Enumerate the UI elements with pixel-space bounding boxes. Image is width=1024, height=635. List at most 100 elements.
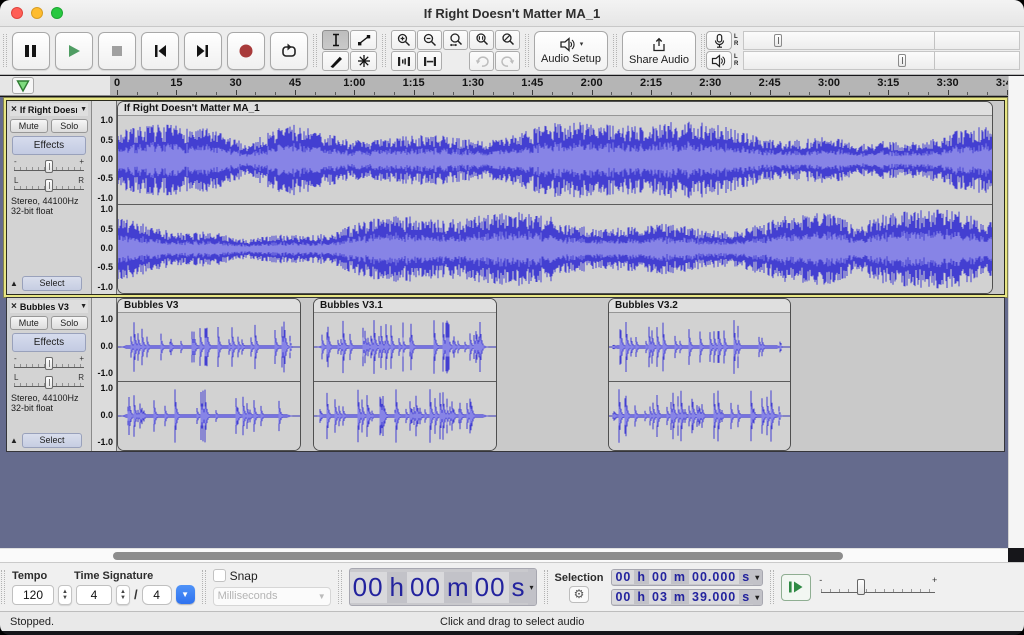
clip-title[interactable]: Bubbles V3 bbox=[118, 299, 300, 313]
snap-format-select[interactable]: Milliseconds ▼ bbox=[213, 587, 331, 606]
snap-checkbox[interactable] bbox=[213, 569, 226, 582]
time-format-caret-icon[interactable]: ▾ bbox=[753, 590, 762, 605]
draw-tool-button[interactable] bbox=[322, 51, 349, 71]
waveform-channel[interactable] bbox=[118, 382, 300, 450]
play-at-speed-button[interactable] bbox=[781, 574, 811, 601]
mute-button[interactable]: Mute bbox=[10, 316, 48, 330]
waveform-channel[interactable] bbox=[314, 313, 496, 382]
track-name[interactable]: Bubbles V3 bbox=[20, 302, 77, 312]
clip-title[interactable]: Bubbles V3.1 bbox=[314, 299, 496, 313]
tempo-stepper[interactable]: ▲▼ bbox=[58, 585, 72, 605]
recording-level-meter[interactable] bbox=[743, 31, 1020, 50]
share-audio-button[interactable]: Share Audio bbox=[622, 31, 696, 71]
time-digits[interactable]: 03 bbox=[649, 590, 671, 604]
track-menu-caret-icon[interactable]: ▼ bbox=[80, 106, 87, 113]
playback-volume-slider[interactable] bbox=[898, 54, 906, 67]
time-digits[interactable]: 00 bbox=[472, 572, 509, 603]
time-digits[interactable]: 00 bbox=[407, 572, 444, 603]
multi-tool-button[interactable] bbox=[350, 51, 377, 71]
solo-button[interactable]: Solo bbox=[51, 119, 89, 133]
waveform-channel[interactable] bbox=[118, 205, 992, 293]
selection-tool-button[interactable] bbox=[322, 30, 349, 50]
zoom-in-button[interactable] bbox=[391, 30, 416, 50]
stop-button[interactable] bbox=[98, 32, 136, 70]
waveform-channel[interactable] bbox=[609, 382, 790, 450]
time-digits[interactable]: 00 bbox=[612, 570, 634, 584]
select-track-button[interactable]: Select bbox=[22, 276, 82, 291]
time-digits[interactable]: 39.000 bbox=[689, 590, 739, 604]
timesig-lower-select[interactable]: 4 bbox=[142, 585, 172, 605]
gain-slider[interactable]: - + bbox=[13, 355, 85, 371]
effects-button[interactable]: Effects bbox=[12, 136, 86, 155]
collapse-track-button[interactable]: ▲ bbox=[10, 279, 18, 288]
audio-clip[interactable]: Bubbles V3.1 bbox=[313, 298, 497, 451]
toolbar-grip[interactable] bbox=[525, 34, 529, 67]
timesig-upper-input[interactable]: 4 bbox=[76, 585, 112, 605]
effects-button[interactable]: Effects bbox=[12, 333, 86, 352]
playback-level-meter[interactable] bbox=[743, 51, 1020, 70]
speed-slider-thumb[interactable] bbox=[857, 579, 865, 595]
waveform-channel[interactable] bbox=[118, 313, 300, 382]
loop-button[interactable] bbox=[270, 32, 308, 70]
close-track-button[interactable]: × bbox=[11, 302, 17, 312]
select-track-button[interactable]: Select bbox=[22, 433, 82, 448]
record-button[interactable] bbox=[227, 32, 265, 70]
waveform-channel[interactable] bbox=[609, 313, 790, 382]
pan-slider-thumb[interactable] bbox=[45, 376, 53, 389]
undo-button[interactable] bbox=[469, 51, 494, 71]
time-format-caret-icon[interactable]: ▾ bbox=[528, 569, 536, 605]
envelope-tool-button[interactable] bbox=[350, 30, 377, 50]
clip-title[interactable]: Bubbles V3.2 bbox=[609, 299, 790, 313]
redo-button[interactable] bbox=[495, 51, 520, 71]
skip-to-start-button[interactable] bbox=[141, 32, 179, 70]
zoom-toggle-button[interactable] bbox=[495, 30, 520, 50]
mute-button[interactable]: Mute bbox=[10, 119, 48, 133]
time-ruler[interactable]: 01530451:001:151:301:452:002:152:302:453… bbox=[110, 76, 1024, 95]
track-name[interactable]: If Right Doesn't Matter MA_1 bbox=[20, 105, 77, 115]
pinned-play-head-button[interactable] bbox=[12, 77, 34, 94]
toolbar-grip[interactable] bbox=[3, 34, 7, 67]
waveform-channel[interactable] bbox=[118, 116, 992, 205]
gain-slider[interactable]: - + bbox=[13, 158, 85, 174]
toolbar-grip[interactable] bbox=[202, 570, 206, 604]
play-button[interactable] bbox=[55, 32, 93, 70]
toolbar-grip[interactable] bbox=[1, 570, 5, 604]
track-lane[interactable]: If Right Doesn't Matter MA_1 bbox=[117, 101, 1004, 294]
pan-slider-thumb[interactable] bbox=[45, 179, 53, 192]
pan-slider[interactable]: L R bbox=[13, 374, 85, 390]
audio-clip[interactable]: Bubbles V3 bbox=[117, 298, 301, 451]
play-speed-slider[interactable]: - + bbox=[819, 575, 937, 599]
pan-slider[interactable]: L R bbox=[13, 177, 85, 193]
vertical-scale-ruler[interactable]: 1.00.50.0-0.5-1.01.00.50.0-0.5-1.0 bbox=[92, 101, 117, 294]
silence-audio-button[interactable] bbox=[417, 51, 442, 71]
recording-meter-button[interactable] bbox=[706, 31, 732, 50]
trim-audio-button[interactable] bbox=[391, 51, 416, 71]
audio-setup-button[interactable]: ▾ Audio Setup bbox=[534, 31, 608, 71]
gain-slider-thumb[interactable] bbox=[45, 160, 53, 173]
toolbar-grip[interactable] bbox=[701, 34, 705, 67]
toolbar-grip[interactable] bbox=[382, 34, 386, 67]
selection-start-display[interactable]: 00h00m00.000s▾ bbox=[611, 569, 763, 586]
fit-selection-button[interactable] bbox=[443, 30, 468, 50]
toolbar-grip[interactable] bbox=[770, 570, 774, 604]
solo-button[interactable]: Solo bbox=[51, 316, 89, 330]
tempo-input[interactable]: 120 bbox=[12, 585, 54, 605]
horizontal-scrollbar[interactable] bbox=[0, 548, 1008, 562]
audio-clip[interactable]: Bubbles V3.2 bbox=[608, 298, 791, 451]
zoom-out-button[interactable] bbox=[417, 30, 442, 50]
waveform-channel[interactable] bbox=[314, 382, 496, 450]
time-digits[interactable]: 00 bbox=[350, 572, 387, 603]
track-menu-caret-icon[interactable]: ▼ bbox=[80, 303, 87, 310]
vertical-scale-ruler[interactable]: 1.00.0-1.01.00.0-1.0 bbox=[92, 298, 117, 451]
playback-meter-button[interactable] bbox=[706, 51, 732, 70]
audio-clip[interactable]: If Right Doesn't Matter MA_1 bbox=[117, 101, 993, 294]
pause-button[interactable] bbox=[12, 32, 50, 70]
timesig-upper-stepper[interactable]: ▲▼ bbox=[116, 585, 130, 605]
toolbar-grip[interactable] bbox=[313, 34, 317, 67]
clip-title[interactable]: If Right Doesn't Matter MA_1 bbox=[118, 102, 992, 116]
close-track-button[interactable]: × bbox=[11, 105, 17, 115]
horizontal-scrollbar-thumb[interactable] bbox=[113, 552, 843, 560]
skip-to-end-button[interactable] bbox=[184, 32, 222, 70]
timesig-lower-dropdown-button[interactable]: ▼ bbox=[176, 585, 195, 604]
time-digits[interactable]: 00.000 bbox=[689, 570, 739, 584]
